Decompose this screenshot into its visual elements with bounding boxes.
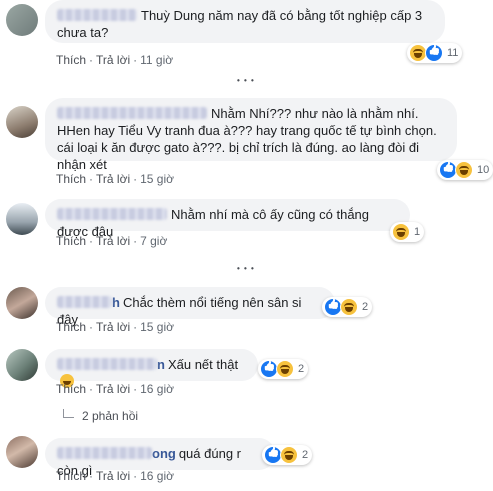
more-options-indicator[interactable]: • • •: [237, 264, 255, 273]
timestamp[interactable]: 7 giờ: [140, 234, 167, 248]
commenter-name[interactable]: [57, 447, 152, 459]
comment-bubble: Thuỳ Dung năm nay đã có bằng tốt nghiệp …: [45, 0, 445, 43]
haha-reaction-icon: [455, 161, 473, 179]
reply-button[interactable]: Trả lời: [96, 53, 130, 67]
timestamp[interactable]: 11 giờ: [140, 53, 173, 67]
reply-button[interactable]: Trả lời: [96, 469, 130, 483]
commenter-name[interactable]: [57, 358, 157, 370]
like-button[interactable]: Thích: [56, 469, 86, 483]
avatar[interactable]: [6, 203, 38, 235]
reply-button[interactable]: Trả lời: [96, 172, 130, 186]
like-button[interactable]: Thích: [56, 234, 86, 248]
timestamp[interactable]: 16 giờ: [140, 469, 174, 483]
more-options-indicator[interactable]: • • •: [237, 76, 255, 85]
commenter-name-tail[interactable]: ong: [152, 446, 176, 461]
haha-reaction-icon: [276, 360, 294, 378]
avatar[interactable]: [6, 4, 38, 36]
comment-actions: Thích · Trả lời · 15 giờ: [56, 172, 174, 186]
like-button[interactable]: Thích: [56, 382, 86, 396]
reaction-count: 2: [298, 363, 305, 375]
comment-bubble: Nhằm nhí mà cô ấy cũng có thắng được đâu: [45, 199, 410, 239]
comment-text: Xấu nết thật: [167, 357, 239, 372]
comment-actions: Thích · Trả lời · 7 giờ: [56, 234, 168, 248]
avatar[interactable]: [6, 287, 38, 319]
commenter-name[interactable]: [57, 296, 112, 308]
commenter-name[interactable]: [57, 9, 137, 21]
avatar[interactable]: [6, 436, 38, 468]
reaction-summary[interactable]: 2: [322, 297, 373, 317]
timestamp[interactable]: 15 giờ: [140, 320, 174, 334]
haha-reaction-icon: [280, 446, 298, 464]
comment-actions: Thích · Trả lời · 16 giờ: [56, 469, 174, 483]
reply-button[interactable]: Trả lời: [96, 234, 130, 248]
like-button[interactable]: Thích: [56, 172, 86, 186]
reaction-count: 11: [447, 47, 459, 59]
like-button[interactable]: Thích: [56, 53, 86, 67]
reply-button[interactable]: Trả lời: [96, 382, 130, 396]
commenter-name[interactable]: [57, 208, 167, 220]
commenter-name-tail[interactable]: n: [157, 357, 165, 372]
reaction-summary[interactable]: 2: [262, 445, 313, 465]
comment-bubble: n Xấu nết thật: [45, 349, 258, 388]
reply-arrow-icon: [63, 409, 74, 418]
reaction-count: 2: [362, 301, 369, 313]
reply-button[interactable]: Trả lời: [96, 320, 130, 334]
comment-bubble: ong quá đúng r còn gì: [45, 438, 275, 478]
avatar[interactable]: [6, 106, 38, 138]
commenter-name[interactable]: [57, 107, 207, 119]
timestamp[interactable]: 16 giờ: [140, 382, 174, 396]
reaction-summary[interactable]: 11: [407, 43, 463, 63]
reaction-count: 1: [414, 226, 421, 238]
comment-bubble: h Chắc thèm nổi tiếng nên sân si đây: [45, 287, 335, 327]
comment-bubble: Nhằm Nhí??? như nào là nhằm nhí. HHen ha…: [45, 98, 457, 172]
like-reaction-icon: [425, 44, 443, 62]
timestamp[interactable]: 15 giờ: [140, 172, 174, 186]
reaction-summary[interactable]: 1: [390, 222, 425, 242]
haha-reaction-icon: [392, 223, 410, 241]
reaction-count: 2: [302, 449, 309, 461]
reaction-summary[interactable]: 2: [258, 359, 309, 379]
comment-actions: Thích · Trả lời · 16 giờ: [56, 382, 174, 396]
like-button[interactable]: Thích: [56, 320, 86, 334]
view-replies-link[interactable]: 2 phản hồi: [63, 409, 138, 423]
reaction-count: 10: [477, 164, 490, 176]
replies-count[interactable]: 2 phản hồi: [82, 409, 138, 423]
comment-actions: Thích · Trả lời · 15 giờ: [56, 320, 174, 334]
avatar[interactable]: [6, 349, 38, 381]
comment-actions: Thích · Trả lời · 11 giờ: [56, 53, 174, 67]
commenter-name-tail[interactable]: h: [112, 295, 120, 310]
reaction-summary[interactable]: 10: [437, 160, 493, 180]
haha-reaction-icon: [340, 298, 358, 316]
